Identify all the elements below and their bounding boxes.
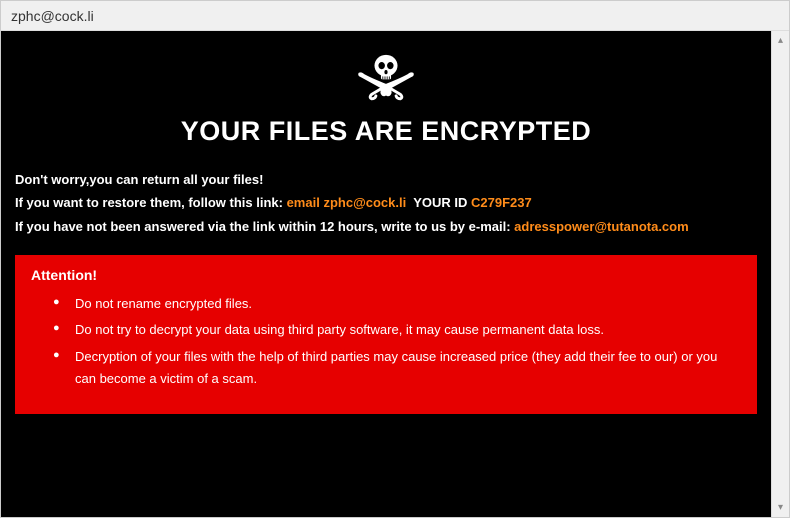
contact-email-1: zphc@cock.li (323, 195, 406, 210)
list-item: Do not try to decrypt your data using th… (53, 319, 741, 341)
your-id-value: C279F237 (471, 195, 532, 210)
window-title-bar: zphc@cock.li (1, 1, 789, 31)
line3-pre: If you have not been answered via the li… (15, 219, 514, 234)
contact-email-2: adresspower@tutanota.com (514, 219, 689, 234)
instruction-line-1: Don't worry,you can return all your file… (15, 169, 757, 190)
ransom-note: YOUR FILES ARE ENCRYPTED Don't worry,you… (1, 31, 771, 517)
vertical-scrollbar[interactable]: ▴ ▾ (771, 31, 789, 517)
attention-title: Attention! (31, 267, 741, 283)
skull-crossbones-icon (350, 88, 422, 105)
attention-list: Do not rename encrypted files. Do not tr… (31, 293, 741, 389)
your-id-label: YOUR ID (413, 195, 467, 210)
attention-box: Attention! Do not rename encrypted files… (15, 255, 757, 413)
main-heading: YOUR FILES ARE ENCRYPTED (15, 116, 757, 147)
content-wrapper: YOUR FILES ARE ENCRYPTED Don't worry,you… (1, 31, 789, 517)
email-label: email (287, 195, 320, 210)
instruction-line-2: If you want to restore them, follow this… (15, 192, 757, 213)
window-title: zphc@cock.li (11, 8, 94, 24)
list-item: Decryption of your files with the help o… (53, 346, 741, 390)
skull-wrapper (15, 49, 757, 106)
instructions: Don't worry,you can return all your file… (15, 169, 757, 237)
scroll-down-arrow-icon[interactable]: ▾ (778, 502, 783, 513)
list-item: Do not rename encrypted files. (53, 293, 741, 315)
scroll-up-arrow-icon[interactable]: ▴ (778, 35, 783, 46)
line2-pre: If you want to restore them, follow this… (15, 195, 287, 210)
instruction-line-3: If you have not been answered via the li… (15, 216, 757, 237)
